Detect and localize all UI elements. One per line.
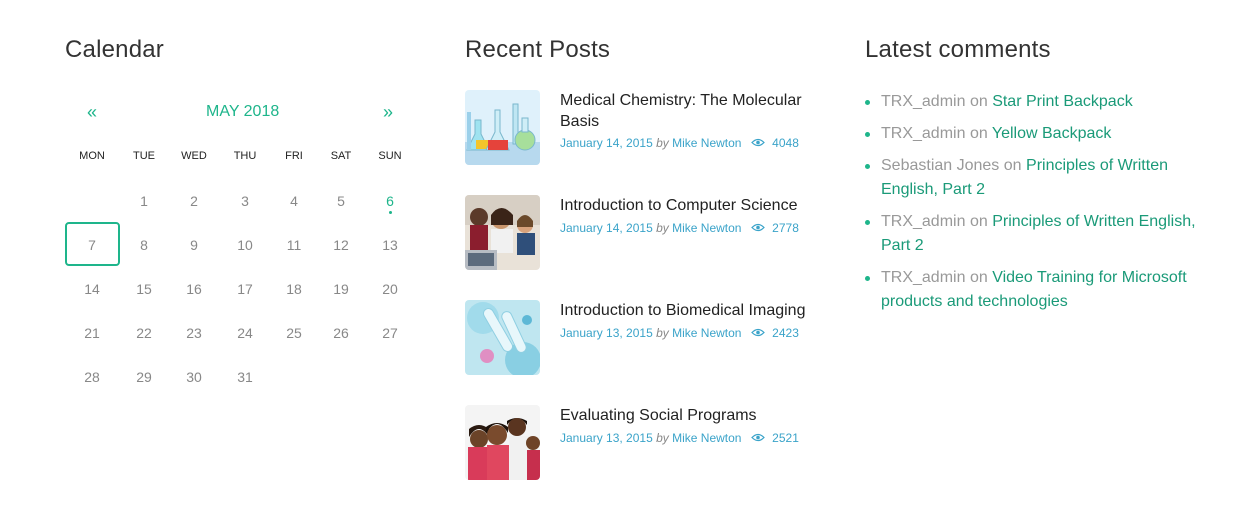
comment-author: TRX_admin (881, 213, 966, 230)
calendar-day[interactable]: 29 (124, 369, 164, 385)
comment-text: TRX_admin on Star Print Backpack (881, 90, 1196, 114)
eye-icon (750, 329, 765, 337)
comment-text: TRX_admin on Yellow Backpack (881, 122, 1196, 146)
calendar-day[interactable]: 31 (225, 369, 265, 385)
calendar-day[interactable]: 1 (124, 193, 164, 209)
post-views-count: 4048 (772, 136, 799, 150)
eye-icon (750, 139, 765, 147)
comment-author: TRX_admin (881, 125, 966, 142)
calendar-day[interactable]: 28 (72, 369, 112, 385)
calendar-day[interactable]: 4 (274, 193, 314, 209)
latest-comments-title: Latest comments (865, 36, 1051, 63)
calendar-day[interactable]: 3 (225, 193, 265, 209)
post-meta: January 13, 2015 by Mike Newton 2423 (560, 326, 799, 340)
bullet-icon (865, 164, 870, 169)
calendar-day[interactable]: 30 (174, 369, 214, 385)
calendar-day[interactable]: 9 (174, 237, 214, 253)
post-author-link[interactable]: Mike Newton (672, 221, 741, 235)
students-computer-thumbnail[interactable] (465, 195, 540, 270)
post-title-link[interactable]: Evaluating Social Programs (560, 405, 820, 426)
lab-glassware-thumbnail[interactable] (465, 90, 540, 165)
calendar-day[interactable]: 25 (274, 325, 314, 341)
weekday-header: SUN (378, 150, 402, 162)
calendar-month-label: MAY 2018 (206, 103, 280, 120)
post-author-link[interactable]: Mike Newton (672, 136, 741, 150)
on-label: on (969, 125, 988, 142)
post-date[interactable]: January 14, 2015 (560, 136, 653, 150)
post-views-count: 2778 (772, 221, 799, 235)
weekday-header: MON (79, 150, 105, 162)
comment-text: TRX_admin on Video Training for Microsof… (881, 266, 1196, 314)
post-views-count: 2423 (772, 326, 799, 340)
calendar-day[interactable]: 27 (370, 325, 410, 341)
eye-icon (750, 224, 765, 232)
calendar-day[interactable]: 16 (174, 281, 214, 297)
recent-posts-widget: Recent Posts Medical Chemistry: The Mole… (465, 0, 825, 511)
post-meta: January 13, 2015 by Mike Newton 2521 (560, 431, 799, 445)
comment-author: Sebastian Jones (881, 157, 1000, 174)
calendar-prev-month-button[interactable]: « (87, 98, 97, 126)
calendar-day[interactable]: 12 (321, 237, 361, 253)
calendar-day[interactable]: 10 (225, 237, 265, 253)
calendar-day[interactable]: 13 (370, 237, 410, 253)
post-indicator-dot (389, 211, 392, 214)
post-meta: January 14, 2015 by Mike Newton 4048 (560, 136, 799, 150)
calendar-day[interactable]: 14 (72, 281, 112, 297)
eye-icon (750, 434, 765, 442)
calendar-day[interactable]: 20 (370, 281, 410, 297)
bullet-icon (865, 276, 870, 281)
calendar-day[interactable]: 21 (72, 325, 112, 341)
bullet-icon (865, 100, 870, 105)
calendar-next-month-button[interactable]: » (383, 98, 393, 126)
comment-author: TRX_admin (881, 93, 966, 110)
comment-text: TRX_admin on Principles of Written Engli… (881, 210, 1196, 258)
recent-posts-title: Recent Posts (465, 36, 611, 63)
on-label: on (969, 269, 988, 286)
calendar-day[interactable]: 19 (321, 281, 361, 297)
post-title-link[interactable]: Introduction to Computer Science (560, 195, 820, 216)
calendar-day[interactable]: 5 (321, 193, 361, 209)
calendar-day[interactable]: 11 (274, 237, 314, 253)
bullet-icon (865, 220, 870, 225)
bullet-icon (865, 132, 870, 137)
by-label: by (656, 221, 669, 235)
post-views-count: 2521 (772, 431, 799, 445)
calendar-day[interactable]: 6 (370, 193, 410, 209)
by-label: by (656, 431, 669, 445)
post-author-link[interactable]: Mike Newton (672, 431, 741, 445)
comment-post-link[interactable]: Star Print Backpack (992, 93, 1133, 110)
children-group-thumbnail[interactable] (465, 405, 540, 480)
post-title-link[interactable]: Introduction to Biomedical Imaging (560, 300, 820, 321)
comment-text: Sebastian Jones on Principles of Written… (881, 154, 1196, 202)
calendar-day[interactable]: 22 (124, 325, 164, 341)
test-tubes-thumbnail[interactable] (465, 300, 540, 375)
calendar-day[interactable]: 8 (124, 237, 164, 253)
post-title-link[interactable]: Medical Chemistry: The Molecular Basis (560, 90, 820, 132)
calendar-widget: Calendar « MAY 2018 » MON TUE WED THU FR… (65, 0, 420, 511)
on-label: on (969, 93, 988, 110)
post-author-link[interactable]: Mike Newton (672, 326, 741, 340)
calendar-day[interactable]: 2 (174, 193, 214, 209)
comment-post-link[interactable]: Yellow Backpack (992, 125, 1111, 142)
by-label: by (656, 136, 669, 150)
calendar-title: Calendar (65, 36, 164, 63)
latest-comments-widget: Latest comments TRX_admin on Star Print … (865, 0, 1205, 511)
calendar-day[interactable]: 7 (72, 237, 112, 253)
post-date[interactable]: January 13, 2015 (560, 326, 653, 340)
calendar-day[interactable]: 24 (225, 325, 265, 341)
calendar-day[interactable]: 23 (174, 325, 214, 341)
post-date[interactable]: January 14, 2015 (560, 221, 653, 235)
on-label: on (969, 213, 988, 230)
on-label: on (1003, 157, 1022, 174)
by-label: by (656, 326, 669, 340)
calendar-day[interactable]: 26 (321, 325, 361, 341)
comment-author: TRX_admin (881, 269, 966, 286)
calendar-day[interactable]: 15 (124, 281, 164, 297)
post-meta: January 14, 2015 by Mike Newton 2778 (560, 221, 799, 235)
post-date[interactable]: January 13, 2015 (560, 431, 653, 445)
calendar-day[interactable]: 18 (274, 281, 314, 297)
calendar-day[interactable]: 17 (225, 281, 265, 297)
